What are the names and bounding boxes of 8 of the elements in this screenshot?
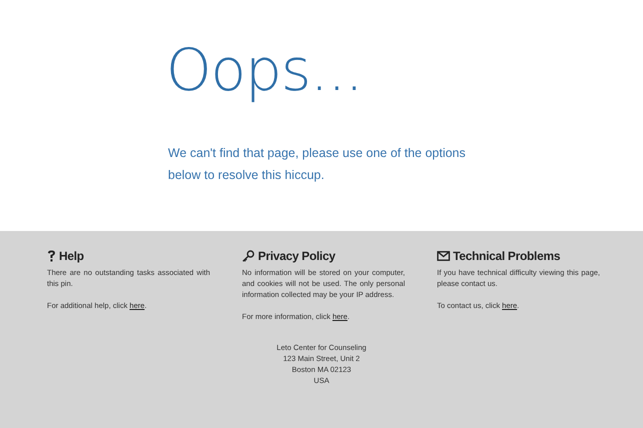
question-mark-icon <box>47 250 56 262</box>
section-title: Help <box>59 249 84 263</box>
section-title: Privacy Policy <box>258 249 336 263</box>
page-headline: Oops... <box>166 35 364 106</box>
envelope-icon <box>437 251 450 261</box>
section-title: Technical Problems <box>453 249 560 263</box>
error-message: We can't find that page, please use one of the options below to resolve this hiccup. <box>168 145 467 184</box>
key-icon <box>242 250 255 262</box>
